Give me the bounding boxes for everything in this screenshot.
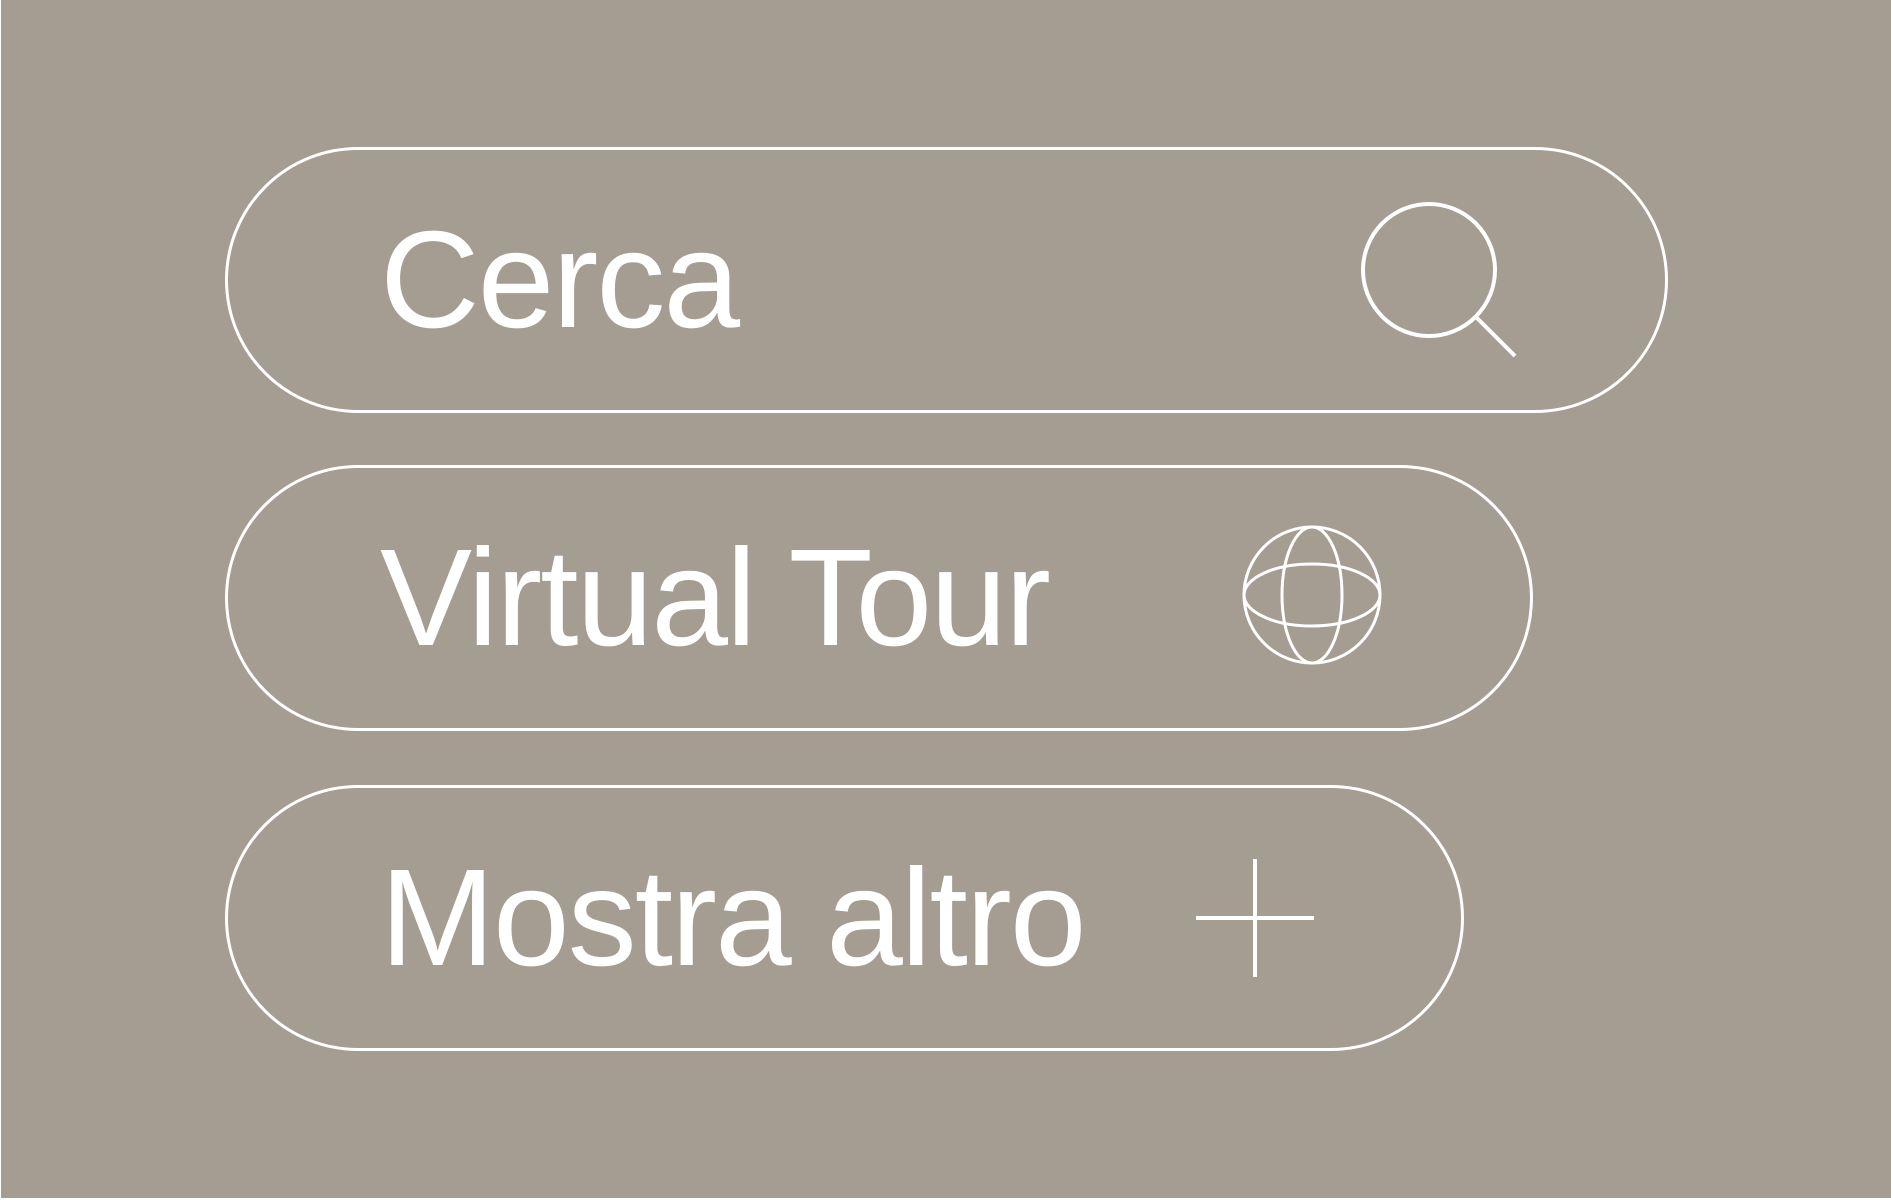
canvas: Cerca Virtual Tour Mostra altro — [1, 0, 1891, 1198]
search-button[interactable]: Cerca — [225, 147, 1668, 413]
plus-icon — [1196, 859, 1314, 977]
virtual-tour-button-label: Virtual Tour — [380, 521, 1051, 675]
search-icon — [1361, 202, 1521, 362]
show-more-button[interactable]: Mostra altro — [225, 785, 1464, 1051]
globe-icon — [1241, 524, 1383, 666]
show-more-button-label: Mostra altro — [380, 841, 1087, 995]
virtual-tour-button[interactable]: Virtual Tour — [225, 465, 1533, 731]
search-button-label: Cerca — [380, 203, 740, 357]
